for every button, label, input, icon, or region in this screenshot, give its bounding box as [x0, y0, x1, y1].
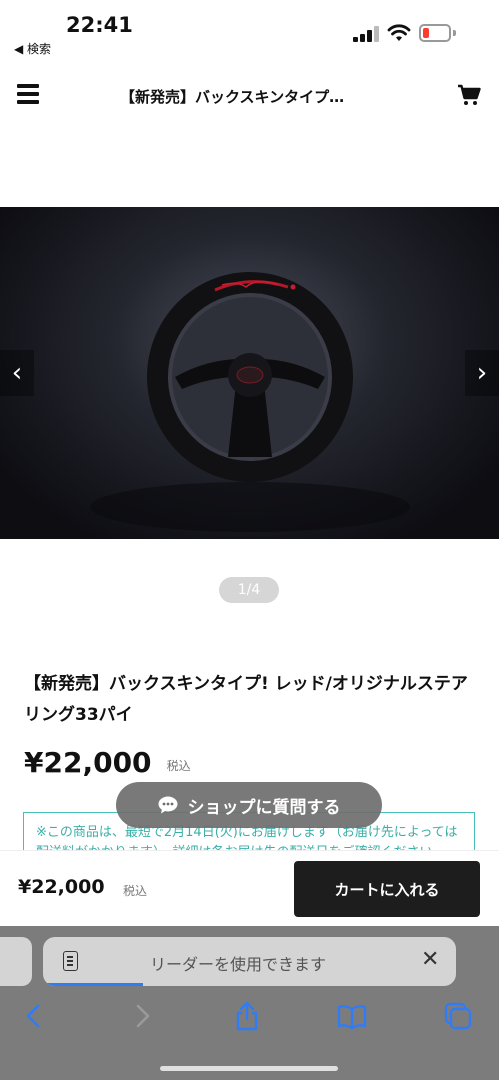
- purchase-bar-price: ¥22,000: [18, 876, 105, 898]
- hamburger-menu-icon[interactable]: [17, 84, 39, 104]
- tax-label: 税込: [166, 759, 191, 773]
- purchase-bar-tax-label: 税込: [123, 884, 148, 898]
- carousel-next-button[interactable]: ›: [465, 350, 499, 396]
- battery-tip: [453, 30, 456, 36]
- back-to-search-link[interactable]: ◀ 検索: [14, 40, 51, 57]
- reader-available-text: リーダーを使用できます: [150, 955, 327, 974]
- purchase-bar: ¥22,000 税込 カートに入れる: [0, 850, 499, 926]
- signal-icon: [353, 26, 379, 42]
- cart-icon[interactable]: [457, 84, 481, 106]
- battery-icon: [419, 24, 451, 42]
- status-time: 22:41: [66, 13, 133, 37]
- close-icon[interactable]: ✕: [421, 947, 439, 972]
- product-title: 【新発売】バックスキンタイプ! レッド/オリジナルステアリング33パイ: [24, 674, 468, 725]
- browser-toolbar: [0, 996, 499, 1038]
- carousel-prev-button[interactable]: ‹: [0, 350, 34, 396]
- product-image-carousel[interactable]: ‹ ›: [0, 207, 499, 539]
- reader-mode-icon[interactable]: [63, 951, 78, 971]
- site-header: 【新発売】バックスキンタイプ…: [0, 72, 499, 122]
- forward-arrow-icon[interactable]: [126, 1000, 158, 1032]
- page-load-progress: [43, 983, 143, 986]
- back-arrow-icon[interactable]: [18, 1000, 50, 1032]
- price-row: ¥22,000 税込: [24, 746, 191, 779]
- home-indicator[interactable]: [160, 1066, 338, 1071]
- steering-wheel-image: [90, 272, 410, 532]
- share-icon[interactable]: [231, 1000, 263, 1032]
- ask-shop-label: ショップに質問する: [187, 797, 341, 818]
- browser-bottom-bar: リーダーを使用できます ✕: [0, 926, 499, 1080]
- tabs-icon[interactable]: [442, 1000, 474, 1032]
- status-bar: 22:41 ◀ 検索: [0, 0, 499, 62]
- product-price: ¥22,000: [24, 746, 152, 779]
- header-title: 【新発売】バックスキンタイプ…: [120, 88, 345, 106]
- carousel-page-indicator: 1/4: [219, 577, 279, 603]
- wifi-icon: [387, 24, 411, 41]
- bookmarks-icon[interactable]: [336, 1000, 368, 1032]
- chat-bubble-icon: [158, 796, 177, 814]
- ask-shop-button[interactable]: ショップに質問する: [116, 782, 382, 828]
- previous-tab-peek[interactable]: [0, 937, 32, 986]
- add-to-cart-button[interactable]: カートに入れる: [294, 861, 480, 917]
- address-bar[interactable]: リーダーを使用できます ✕: [43, 937, 456, 986]
